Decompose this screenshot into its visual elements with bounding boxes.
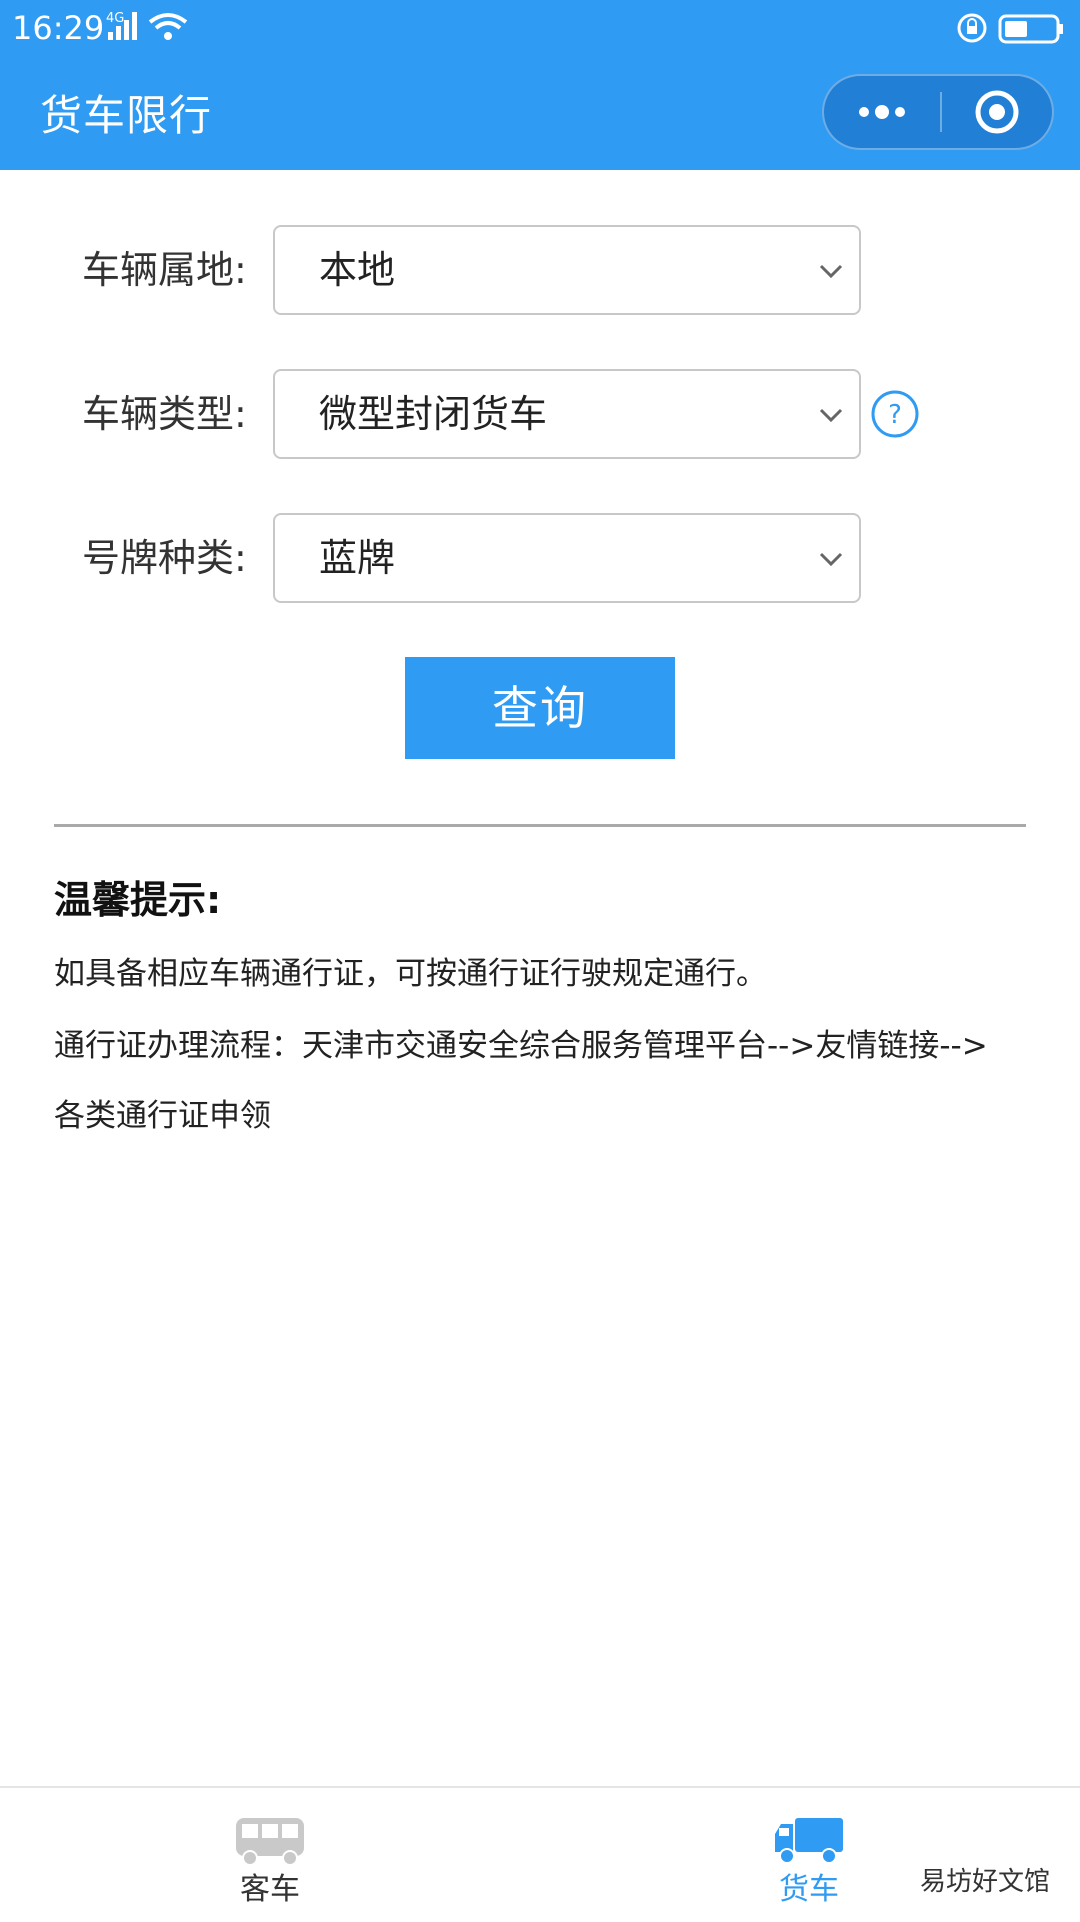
vehicle-location-value: 本地 (319, 248, 396, 292)
vehicle-type-select[interactable]: 微型封闭货车 (273, 369, 861, 459)
vehicle-type-value: 微型封闭货车 (319, 392, 548, 436)
tip-line: 如具备相应车辆通行证，可按通行证行驶规定通行。 (54, 956, 767, 992)
menu-capsule (822, 74, 1054, 150)
form-row-vehicle-type: 车辆类型: 微型封闭货车 ? (0, 369, 1080, 459)
battery-icon (957, 13, 1063, 44)
bottom-tabbar: 客车 货车 (0, 1786, 1080, 1922)
signal-wifi-icon: 4G (106, 11, 188, 40)
chevron-down-icon (819, 408, 843, 423)
more-dots-icon (858, 105, 905, 119)
more-button[interactable] (824, 76, 939, 148)
help-question-mark: ? (888, 400, 902, 430)
tips-title: 温馨提示: (54, 878, 222, 922)
plate-type-label: 号牌种类: (82, 536, 247, 580)
status-network: 4G (104, 8, 204, 48)
vehicle-location-label: 车辆属地: (82, 248, 247, 292)
truck-icon (775, 1818, 843, 1864)
tip-line: 各类通行证申领 (54, 1098, 271, 1134)
status-time: 16:29 (12, 9, 105, 47)
bus-icon (236, 1818, 304, 1866)
target-close-icon (975, 90, 1019, 134)
tip-line: 通行证办理流程：天津市交通安全综合服务管理平台-->友情链接--> (54, 1028, 988, 1064)
app-header: 16:29 4G 货车限行 (0, 0, 1080, 170)
vehicle-location-select[interactable]: 本地 (273, 225, 861, 315)
close-miniprogram-button[interactable] (942, 76, 1052, 148)
chevron-down-icon (819, 264, 843, 279)
form-row-plate-type: 号牌种类: 蓝牌 (0, 513, 1080, 603)
tab-label-truck: 货车 (779, 1872, 839, 1907)
tab-truck[interactable]: 货车 (709, 1788, 909, 1922)
chevron-down-icon (819, 552, 843, 567)
plate-type-value: 蓝牌 (319, 536, 396, 580)
tab-passenger-car[interactable]: 客车 (170, 1788, 370, 1922)
status-right (956, 10, 1066, 50)
section-divider (54, 824, 1026, 827)
page-title: 货车限行 (40, 91, 213, 140)
help-question-icon[interactable]: ? (870, 389, 920, 439)
tab-label-passenger-car: 客车 (240, 1872, 300, 1907)
query-button[interactable]: 查询 (405, 657, 675, 759)
plate-type-select[interactable]: 蓝牌 (273, 513, 861, 603)
vehicle-type-label: 车辆类型: (82, 392, 247, 436)
network-type-label: 4G (106, 11, 124, 26)
form-row-vehicle-location: 车辆属地: 本地 (0, 225, 1080, 315)
watermark-text: 易坊好文馆 (919, 1864, 1050, 1900)
